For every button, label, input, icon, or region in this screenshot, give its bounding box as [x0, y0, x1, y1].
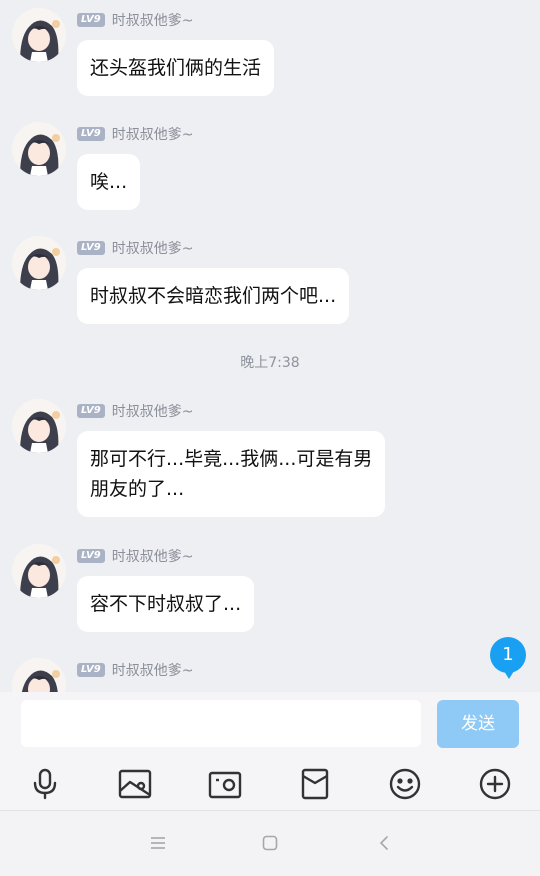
level-badge: LV9 [77, 549, 105, 563]
red-envelope-icon[interactable] [295, 764, 335, 804]
home-square-icon[interactable] [255, 831, 285, 855]
sender-name: 时叔叔他爹~ [111, 549, 194, 565]
plus-icon[interactable] [475, 764, 515, 804]
sender-name: 时叔叔他爹~ [111, 241, 194, 257]
message-bubble[interactable]: 时叔叔不会暗恋我们两个吧... [77, 268, 350, 324]
level-badge: LV9 [77, 404, 105, 418]
message-bubble[interactable]: 容不下时叔叔了... [77, 576, 255, 632]
sender-name: 时叔叔他爹~ [111, 13, 194, 29]
system-navigation-bar [0, 810, 540, 876]
input-toolbar [0, 756, 540, 810]
microphone-icon[interactable] [25, 764, 65, 804]
sender-name: 时叔叔他爹~ [111, 127, 194, 143]
level-badge: LV9 [77, 13, 105, 27]
avatar[interactable] [12, 544, 66, 598]
level-badge: LV9 [77, 127, 105, 141]
input-area: 发送 [0, 692, 540, 810]
unread-count-badge[interactable]: 1 [490, 637, 526, 679]
back-icon[interactable] [369, 831, 399, 855]
image-icon[interactable] [115, 764, 155, 804]
message-bubble[interactable]: 那可不行...毕竟...我俩...可是有男 朋友的了... [77, 431, 386, 517]
avatar[interactable] [12, 658, 66, 692]
sender-name: 时叔叔他爹~ [111, 663, 194, 679]
avatar[interactable] [12, 236, 66, 290]
level-badge: LV9 [77, 663, 105, 677]
level-badge: LV9 [77, 241, 105, 255]
avatar[interactable] [12, 8, 66, 62]
message-bubble[interactable]: 还头盔我们俩的生活 [77, 40, 275, 96]
sender-name: 时叔叔他爹~ [111, 404, 194, 420]
message-bubble[interactable]: 唉... [77, 154, 141, 210]
avatar[interactable] [12, 122, 66, 176]
send-button[interactable]: 发送 [437, 700, 519, 748]
timestamp: 晚上7:38 [240, 355, 300, 371]
emoji-icon[interactable] [385, 764, 425, 804]
camera-icon[interactable] [205, 764, 245, 804]
chat-area[interactable]: LV9 时叔叔他爹~ 还头盔我们俩的生活 LV9 时叔叔他爹~ 唉... LV9… [0, 0, 540, 692]
avatar[interactable] [12, 399, 66, 453]
message-input[interactable] [21, 700, 421, 747]
menu-icon[interactable] [143, 831, 173, 855]
